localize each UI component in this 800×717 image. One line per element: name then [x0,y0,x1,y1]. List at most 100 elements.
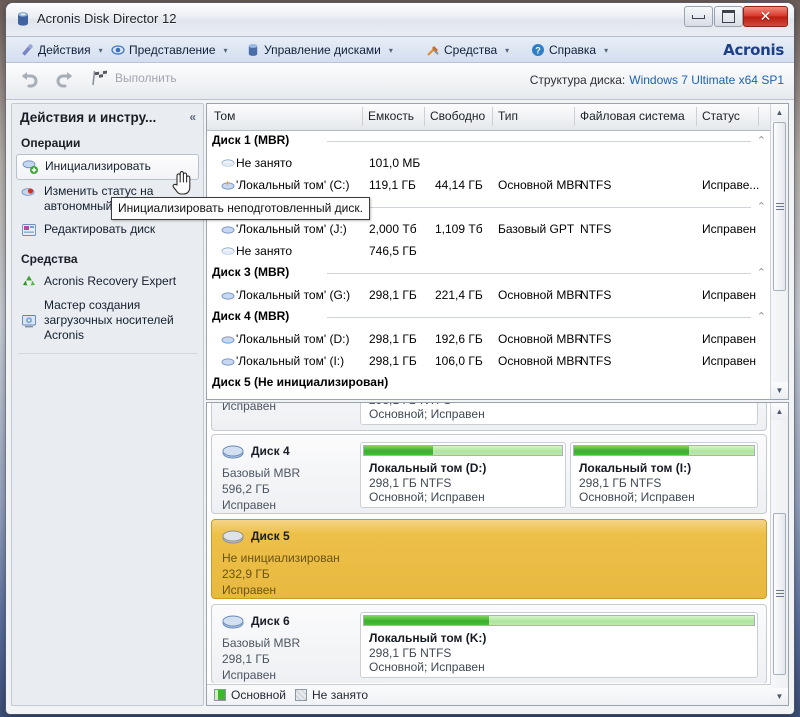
sidebar-item-bootable-media-builder[interactable]: Мастер создания загрузочных носителей Ac… [12,294,203,347]
cell-volume: 'Локальный том' (D:) [236,332,350,346]
column-header-capacity[interactable]: Емкость [368,109,414,123]
table-row[interactable]: 'Локальный том' (C:) 119,1 ГБ 44,14 ГБ О… [207,174,771,196]
volume-box[interactable]: 298,1 ГБ NTFS Основной; Исправен [360,403,758,425]
table-group-row[interactable]: Диск 4 (MBR) ⌃ [207,306,771,328]
menu-tools[interactable]: Средства ▾ [424,41,511,59]
volume-status: Основной; Исправен [369,660,485,674]
execute-button[interactable]: Выполнить [90,69,177,87]
disk-meta: Базовый MBR 596,2 ГБ Исправен [222,465,300,513]
disk-map-panel: 298,1 ГБ Исправен 298,1 ГБ NTFS Основной… [206,402,789,706]
menu-disk-management-label: Управление дисками [264,43,381,57]
disk-icon [222,445,244,459]
sidebar-item-bootable-media-label: Мастер создания загрузочных носителей Ac… [44,298,174,342]
chevron-up-icon[interactable]: ⌃ [757,266,766,279]
menu-tools-label: Средства [444,43,498,57]
table-row[interactable]: 'Локальный том' (I:) 298,1 ГБ 106,0 ГБ О… [207,350,771,372]
volume-status: Основной; Исправен [579,490,695,504]
cell-filesystem: NTFS [580,332,612,346]
cell-capacity: 2,000 Тб [369,222,417,236]
cell-volume: 'Локальный том' (I:) [236,354,345,368]
scroll-up-arrow-icon[interactable]: ▲ [771,104,788,121]
table-row[interactable]: Не занято 101,0 МБ [207,152,771,174]
map-vertical-scrollbar[interactable]: ▲ ▼ [770,403,788,705]
cell-volume: 'Локальный том' (C:) [236,178,350,192]
cell-status: Исправен [702,288,757,302]
volume-status: Основной; Исправен [369,407,485,421]
chevron-up-icon[interactable]: ⌃ [757,200,766,213]
disk-map-scroll-area: 298,1 ГБ Исправен 298,1 ГБ NTFS Основной… [207,403,771,683]
cell-filesystem: NTFS [580,354,612,368]
sidebar-item-initialize[interactable]: Инициализировать [16,154,199,180]
column-header-status[interactable]: Статус [702,109,740,123]
disk-name: Диск 4 [251,444,290,458]
cell-capacity: 746,5 ГБ [369,244,417,258]
volume-icon [221,226,235,234]
table-body: Диск 1 (MBR) ⌃ Не занято 101,0 МБ 'Локал… [207,130,771,399]
table-group-row[interactable]: Диск 5 (Не инициализирован) [207,372,771,394]
table-row[interactable]: 'Локальный том' (J:) 2,000 Тб 1,109 Тб Б… [207,218,771,240]
cell-filesystem: NTFS [580,222,612,236]
disk-box-disk5[interactable]: Диск 5 Не инициализирован 232,9 ГБ Испра… [211,519,767,599]
redo-button[interactable] [54,69,76,91]
chevron-down-icon: ▾ [98,45,103,55]
cell-capacity: 298,1 ГБ [369,288,417,302]
sidebar-item-recovery-expert[interactable]: Acronis Recovery Expert [12,270,203,294]
table-group-row[interactable]: Диск 3 (MBR) ⌃ [207,262,771,284]
collapse-sidebar-icon[interactable]: « [189,110,196,124]
column-header-volume[interactable]: Том [214,109,235,123]
cell-free: 1,109 Тб [435,222,483,236]
chevron-up-icon[interactable]: ⌃ [757,310,766,323]
close-button[interactable]: ✕ [743,6,788,27]
scrollbar-thumb[interactable] [773,122,786,291]
column-header-free[interactable]: Свободно [430,109,485,123]
cell-free: 192,6 ГБ [435,332,483,346]
cell-status: Исправе... [702,178,760,192]
maximize-button[interactable] [714,6,743,27]
menu-disk-management[interactable]: Управление дисками ▾ [244,41,395,59]
menu-view[interactable]: Представление ▾ [109,41,230,59]
disk-meta-line: Исправен [222,668,277,682]
volume-box[interactable]: Локальный том (I:) 298,1 ГБ NTFS Основно… [570,442,758,508]
disk-box-disk4[interactable]: Диск 4 Базовый MBR 596,2 ГБ Исправен Лок… [211,434,767,514]
volume-icon [221,292,235,300]
volume-usage-bar [573,445,755,456]
chevron-up-icon[interactable]: ⌃ [757,134,766,147]
scroll-up-arrow-icon[interactable]: ▲ [771,403,788,420]
volume-size: 298,1 ГБ NTFS [579,476,662,490]
disk-box-partial[interactable]: 298,1 ГБ Исправен 298,1 ГБ NTFS Основной… [211,403,767,431]
table-vertical-scrollbar[interactable]: ▲ ▼ [770,104,788,399]
actions-and-tools-sidebar: Действия и инстру... « Операции Инициали… [11,103,204,706]
legend-label: Основной [231,688,287,702]
menu-help[interactable]: ? Справка ▾ [529,41,610,59]
disk-meta: Не инициализирован 232,9 ГБ Исправен [222,550,340,598]
volume-box[interactable]: Локальный том (D:) 298,1 ГБ NTFS Основно… [360,442,566,508]
sidebar-item-recovery-expert-label: Acronis Recovery Expert [44,274,177,288]
disk-icon [222,615,244,629]
disk-box-disk6[interactable]: Диск 6 Базовый MBR 298,1 ГБ Исправен Лок… [211,604,767,683]
chevron-down-icon: ▾ [505,45,510,55]
column-header-type[interactable]: Тип [498,109,518,123]
chevron-down-icon: ▾ [388,45,393,55]
sidebar-item-edit-disk[interactable]: Редактировать диск [12,218,203,242]
column-header-filesystem[interactable]: Файловая система [580,109,685,123]
checkered-flag-icon [92,70,107,86]
volume-size: 298,1 ГБ NTFS [369,646,452,660]
table-row[interactable]: 'Локальный том' (G:) 298,1 ГБ 221,4 ГБ О… [207,284,771,306]
table-row[interactable]: 'Локальный том' (D:) 298,1 ГБ 192,6 ГБ О… [207,328,771,350]
menu-actions[interactable]: Действия ▾ [18,41,105,59]
cell-volume: 'Локальный том' (G:) [236,288,351,302]
volume-box[interactable]: Локальный том (K:) 298,1 ГБ NTFS Основно… [360,612,758,678]
table-row[interactable]: Не занято 746,5 ГБ [207,240,771,262]
primary-swatch-icon [214,689,226,701]
unallocated-icon [221,159,235,167]
svg-text:?: ? [535,46,541,56]
minimize-button[interactable] [684,6,713,27]
scroll-down-arrow-icon[interactable]: ▼ [771,382,788,399]
undo-button[interactable] [18,69,40,91]
scrollbar-thumb[interactable] [773,513,786,675]
window-title: Acronis Disk Director 12 [37,11,177,26]
disk-meta-line: Базовый MBR [222,636,301,650]
actions-icon [22,44,33,56]
scroll-down-arrow-icon[interactable]: ▼ [771,688,788,705]
table-group-row[interactable]: Диск 1 (MBR) ⌃ [207,130,771,152]
